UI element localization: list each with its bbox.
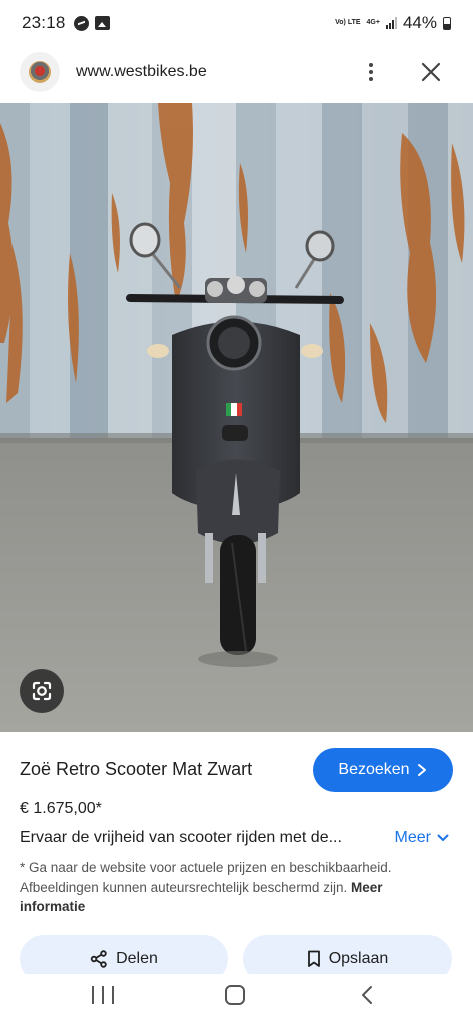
share-button[interactable]: Delen	[20, 935, 228, 975]
url-bar: www.westbikes.be	[0, 48, 473, 96]
action-buttons: Delen Opslaan	[0, 935, 473, 975]
save-button[interactable]: Opslaan	[243, 935, 452, 975]
status-bar: 23:18 Vo) LTE 4G+ 44%	[0, 0, 473, 46]
messenger-icon	[73, 15, 89, 31]
notification-icons	[73, 15, 110, 31]
gallery-icon	[94, 16, 110, 30]
more-vert-icon[interactable]	[359, 60, 383, 84]
close-icon[interactable]	[419, 60, 443, 84]
visit-button-label: Bezoeken	[338, 761, 410, 778]
site-favicon[interactable]	[20, 52, 60, 92]
scooter-photo-illustration	[0, 103, 473, 732]
volte-indicator: Vo) LTE	[335, 19, 361, 26]
westbikes-logo-icon	[29, 61, 51, 83]
home-icon[interactable]	[225, 985, 245, 1005]
bookmark-icon	[307, 950, 320, 967]
google-lens-button[interactable]	[20, 669, 64, 713]
status-time: 23:18	[22, 13, 66, 32]
network-type-indicator: 4G+	[366, 19, 380, 26]
screen: 23:18 Vo) LTE 4G+ 44% www.westbikes.be Z…	[0, 0, 473, 1024]
signal-icon	[385, 17, 397, 29]
disclaimer: * Ga naar de website voor actuele prijze…	[20, 858, 420, 917]
back-icon[interactable]	[360, 985, 374, 1005]
site-url[interactable]: www.westbikes.be	[76, 63, 207, 81]
more-link-label: Meer	[394, 829, 431, 846]
product-price: € 1.675,00*	[20, 800, 102, 817]
more-description-link[interactable]: Meer	[395, 829, 449, 847]
status-right: Vo) LTE 4G+ 44%	[335, 13, 451, 33]
scooter-photo[interactable]	[0, 103, 473, 732]
google-lens-icon	[32, 681, 52, 701]
product-description: Ervaar de vrijheid van scooter rijden me…	[20, 829, 342, 846]
battery-icon	[443, 16, 451, 30]
save-label: Opslaan	[328, 950, 389, 967]
share-icon	[90, 950, 107, 968]
chevron-down-icon	[437, 834, 449, 841]
product-title: Zoë Retro Scooter Mat Zwart	[20, 759, 253, 779]
visit-button[interactable]: Bezoeken	[313, 748, 453, 792]
chevron-right-icon	[417, 764, 426, 776]
recents-icon[interactable]	[92, 986, 114, 1004]
product-header: Zoë Retro Scooter Mat Zwart Bezoeken	[0, 748, 473, 792]
system-nav-bar	[0, 974, 473, 1024]
battery-percent: 44%	[402, 13, 437, 32]
disclaimer-text: * Ga naar de website voor actuele prijze…	[20, 860, 392, 895]
share-label: Delen	[116, 950, 158, 967]
description-row: Ervaar de vrijheid van scooter rijden me…	[0, 828, 473, 852]
